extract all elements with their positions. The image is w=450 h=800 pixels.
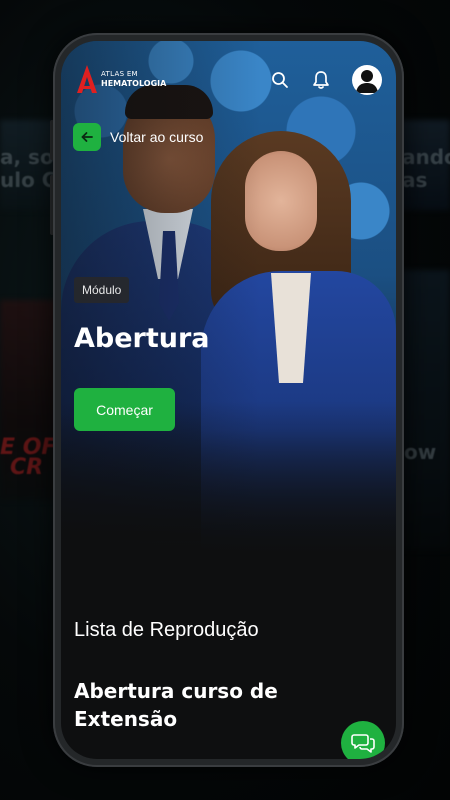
module-title: Abertura [74,323,210,354]
logo-line1: ATLAS EM [101,70,138,78]
back-label[interactable]: Voltar ao curso [110,129,203,145]
back-to-course[interactable]: Voltar ao curso [73,123,203,151]
search-icon[interactable] [268,68,292,92]
back-button[interactable] [73,123,101,151]
logo-line2: HEMATOLOGIA [101,79,167,88]
brand-logo[interactable]: ATLAS EM HEMATOLOGIA [76,64,166,94]
background-text: CR [10,455,44,480]
user-avatar[interactable] [352,65,382,95]
arrow-left-icon [81,132,93,142]
background-text: as [402,168,428,192]
start-button[interactable]: Começar [74,388,175,431]
bell-icon[interactable] [309,68,333,92]
chat-icon [351,734,375,753]
background-text: ando [402,145,450,169]
logo-text: ATLAS EM HEMATOLOGIA [101,70,166,88]
module-badge: Módulo [74,277,130,303]
background-tile [400,270,450,550]
chat-button[interactable] [341,721,385,759]
user-avatar-icon [356,70,378,93]
playlist-heading: Lista de Reprodução [74,619,259,641]
background-text: ow [404,440,437,464]
playlist-item[interactable]: Abertura curso de Extensão [74,677,334,733]
app-screen: ATLAS EM HEMATOLOGIA Voltar ao curso Mód… [61,41,396,759]
logo-a-icon [76,64,98,94]
